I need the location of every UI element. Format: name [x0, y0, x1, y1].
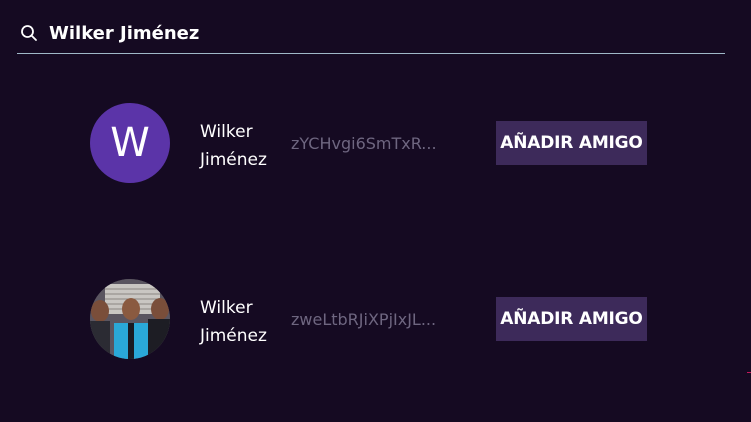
- add-friend-button[interactable]: AÑADIR AMIGO: [496, 297, 647, 341]
- edge-mark: [747, 372, 751, 373]
- search-icon[interactable]: [19, 23, 39, 43]
- user-name: Wilker Jiménez: [200, 122, 267, 170]
- search-result-item: W Wilker Jiménez zYCHvgi6SmTxR... AÑADIR…: [0, 103, 751, 193]
- avatar-initial: W: [110, 120, 150, 166]
- user-name: Wilker Jiménez: [200, 298, 267, 346]
- search-bar: [17, 13, 725, 54]
- user-id: zweLtbRJiXPjIxJL...: [291, 310, 437, 329]
- add-friend-button[interactable]: AÑADIR AMIGO: [496, 121, 647, 165]
- avatar-photo: [90, 279, 170, 359]
- user-id: zYCHvgi6SmTxR...: [291, 134, 437, 153]
- avatar: W: [90, 103, 170, 183]
- search-input[interactable]: [49, 18, 725, 48]
- search-result-item: Wilker Jiménez zweLtbRJiXPjIxJL... AÑADI…: [0, 279, 751, 369]
